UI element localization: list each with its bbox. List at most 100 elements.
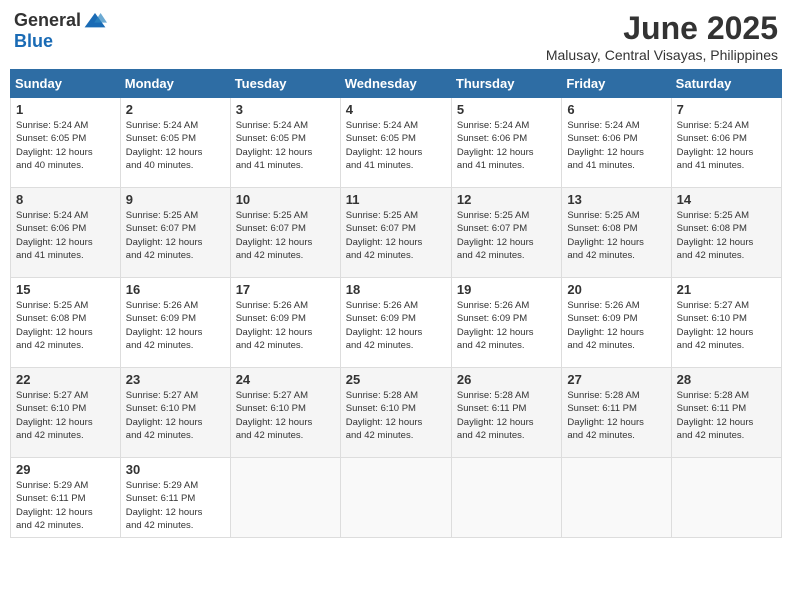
day-info: Sunrise: 5:27 AM Sunset: 6:10 PM Dayligh… [236,389,335,442]
table-row [230,458,340,538]
day-number: 20 [567,282,665,297]
table-row: 12 Sunrise: 5:25 AM Sunset: 6:07 PM Dayli… [451,188,561,278]
day-number: 2 [126,102,225,117]
day-number: 26 [457,372,556,387]
table-row: 22 Sunrise: 5:27 AM Sunset: 6:10 PM Dayli… [11,368,121,458]
table-row: 3Sunrise: 5:24 AM Sunset: 6:05 PM Daylig… [230,98,340,188]
day-info: Sunrise: 5:28 AM Sunset: 6:11 PM Dayligh… [677,389,776,442]
day-number: 29 [16,462,115,477]
calendar-table: Sunday Monday Tuesday Wednesday Thursday… [10,69,782,538]
table-row: 25 Sunrise: 5:28 AM Sunset: 6:10 PM Dayli… [340,368,451,458]
table-row: 9 Sunrise: 5:25 AM Sunset: 6:07 PM Daylig… [120,188,230,278]
day-number: 7 [677,102,776,117]
table-row: 29 Sunrise: 5:29 AM Sunset: 6:11 PM Dayli… [11,458,121,538]
table-row: 4 Sunrise: 5:24 AM Sunset: 6:05 PM Daylig… [340,98,451,188]
table-row: 10Sunrise: 5:25 AM Sunset: 6:07 PM Dayli… [230,188,340,278]
day-info: Sunrise: 5:25 AM Sunset: 6:08 PM Dayligh… [16,299,115,352]
day-number: 14 [677,192,776,207]
header-friday: Friday [562,70,671,98]
day-number: 23 [126,372,225,387]
table-row: 19 Sunrise: 5:26 AM Sunset: 6:09 PM Dayli… [451,278,561,368]
day-number: 22 [16,372,115,387]
header-saturday: Saturday [671,70,781,98]
day-number: 18 [346,282,446,297]
day-info: Sunrise: 5:25 AM Sunset: 6:07 PM Dayligh… [457,209,556,262]
day-info: Sunrise: 5:26 AM Sunset: 6:09 PM Dayligh… [567,299,665,352]
table-row: 21 Sunrise: 5:27 AM Sunset: 6:10 PM Dayli… [671,278,781,368]
day-number: 27 [567,372,665,387]
table-row: 8Sunrise: 5:24 AM Sunset: 6:06 PM Daylig… [11,188,121,278]
header-monday: Monday [120,70,230,98]
table-row: 11 Sunrise: 5:25 AM Sunset: 6:07 PM Dayli… [340,188,451,278]
table-row: 17Sunrise: 5:26 AM Sunset: 6:09 PM Dayli… [230,278,340,368]
table-row: 14 Sunrise: 5:25 AM Sunset: 6:08 PM Dayli… [671,188,781,278]
day-info: Sunrise: 5:26 AM Sunset: 6:09 PM Dayligh… [346,299,446,352]
header-thursday: Thursday [451,70,561,98]
day-number: 21 [677,282,776,297]
day-info: Sunrise: 5:24 AM Sunset: 6:05 PM Dayligh… [16,119,115,172]
table-row [340,458,451,538]
day-number: 11 [346,192,446,207]
day-number: 13 [567,192,665,207]
day-info: Sunrise: 5:24 AM Sunset: 6:06 PM Dayligh… [457,119,556,172]
logo-icon [83,11,107,31]
day-number: 12 [457,192,556,207]
table-row: 16 Sunrise: 5:26 AM Sunset: 6:09 PM Dayli… [120,278,230,368]
header-sunday: Sunday [11,70,121,98]
day-info: Sunrise: 5:25 AM Sunset: 6:08 PM Dayligh… [677,209,776,262]
day-info: Sunrise: 5:26 AM Sunset: 6:09 PM Dayligh… [457,299,556,352]
day-number: 10 [236,192,335,207]
location-title: Malusay, Central Visayas, Philippines [546,47,778,63]
day-number: 15 [16,282,115,297]
table-row: 5 Sunrise: 5:24 AM Sunset: 6:06 PM Daylig… [451,98,561,188]
table-row: 24Sunrise: 5:27 AM Sunset: 6:10 PM Dayli… [230,368,340,458]
day-number: 16 [126,282,225,297]
month-title: June 2025 [546,10,778,47]
day-info: Sunrise: 5:25 AM Sunset: 6:08 PM Dayligh… [567,209,665,262]
day-number: 19 [457,282,556,297]
logo-general: General [14,10,81,31]
table-row [451,458,561,538]
day-number: 9 [126,192,225,207]
table-row: 26 Sunrise: 5:28 AM Sunset: 6:11 PM Dayli… [451,368,561,458]
day-number: 1 [16,102,115,117]
table-row: 27 Sunrise: 5:28 AM Sunset: 6:11 PM Dayli… [562,368,671,458]
day-info: Sunrise: 5:25 AM Sunset: 6:07 PM Dayligh… [126,209,225,262]
day-number: 8 [16,192,115,207]
day-info: Sunrise: 5:24 AM Sunset: 6:06 PM Dayligh… [677,119,776,172]
day-info: Sunrise: 5:29 AM Sunset: 6:11 PM Dayligh… [126,479,225,532]
day-number: 4 [346,102,446,117]
logo: General Blue [14,10,107,52]
day-info: Sunrise: 5:24 AM Sunset: 6:05 PM Dayligh… [346,119,446,172]
title-area: June 2025 Malusay, Central Visayas, Phil… [546,10,778,63]
day-info: Sunrise: 5:27 AM Sunset: 6:10 PM Dayligh… [16,389,115,442]
day-info: Sunrise: 5:24 AM Sunset: 6:06 PM Dayligh… [567,119,665,172]
day-info: Sunrise: 5:24 AM Sunset: 6:05 PM Dayligh… [236,119,335,172]
day-number: 6 [567,102,665,117]
table-row: 1 Sunrise: 5:24 AM Sunset: 6:05 PM Daylig… [11,98,121,188]
day-number: 28 [677,372,776,387]
table-row: 28 Sunrise: 5:28 AM Sunset: 6:11 PM Dayli… [671,368,781,458]
day-info: Sunrise: 5:28 AM Sunset: 6:11 PM Dayligh… [567,389,665,442]
table-row: 18 Sunrise: 5:26 AM Sunset: 6:09 PM Dayli… [340,278,451,368]
day-info: Sunrise: 5:28 AM Sunset: 6:10 PM Dayligh… [346,389,446,442]
day-number: 5 [457,102,556,117]
table-row: 7 Sunrise: 5:24 AM Sunset: 6:06 PM Daylig… [671,98,781,188]
table-row [671,458,781,538]
day-info: Sunrise: 5:29 AM Sunset: 6:11 PM Dayligh… [16,479,115,532]
table-row: 20 Sunrise: 5:26 AM Sunset: 6:09 PM Dayli… [562,278,671,368]
table-row: 13 Sunrise: 5:25 AM Sunset: 6:08 PM Dayli… [562,188,671,278]
day-info: Sunrise: 5:25 AM Sunset: 6:07 PM Dayligh… [346,209,446,262]
day-info: Sunrise: 5:27 AM Sunset: 6:10 PM Dayligh… [677,299,776,352]
table-row [562,458,671,538]
day-info: Sunrise: 5:27 AM Sunset: 6:10 PM Dayligh… [126,389,225,442]
day-info: Sunrise: 5:26 AM Sunset: 6:09 PM Dayligh… [126,299,225,352]
weekday-header-row: Sunday Monday Tuesday Wednesday Thursday… [11,70,782,98]
table-row: 2Sunrise: 5:24 AM Sunset: 6:05 PM Daylig… [120,98,230,188]
day-info: Sunrise: 5:28 AM Sunset: 6:11 PM Dayligh… [457,389,556,442]
header-tuesday: Tuesday [230,70,340,98]
header-wednesday: Wednesday [340,70,451,98]
day-number: 17 [236,282,335,297]
table-row: 23 Sunrise: 5:27 AM Sunset: 6:10 PM Dayli… [120,368,230,458]
day-number: 25 [346,372,446,387]
